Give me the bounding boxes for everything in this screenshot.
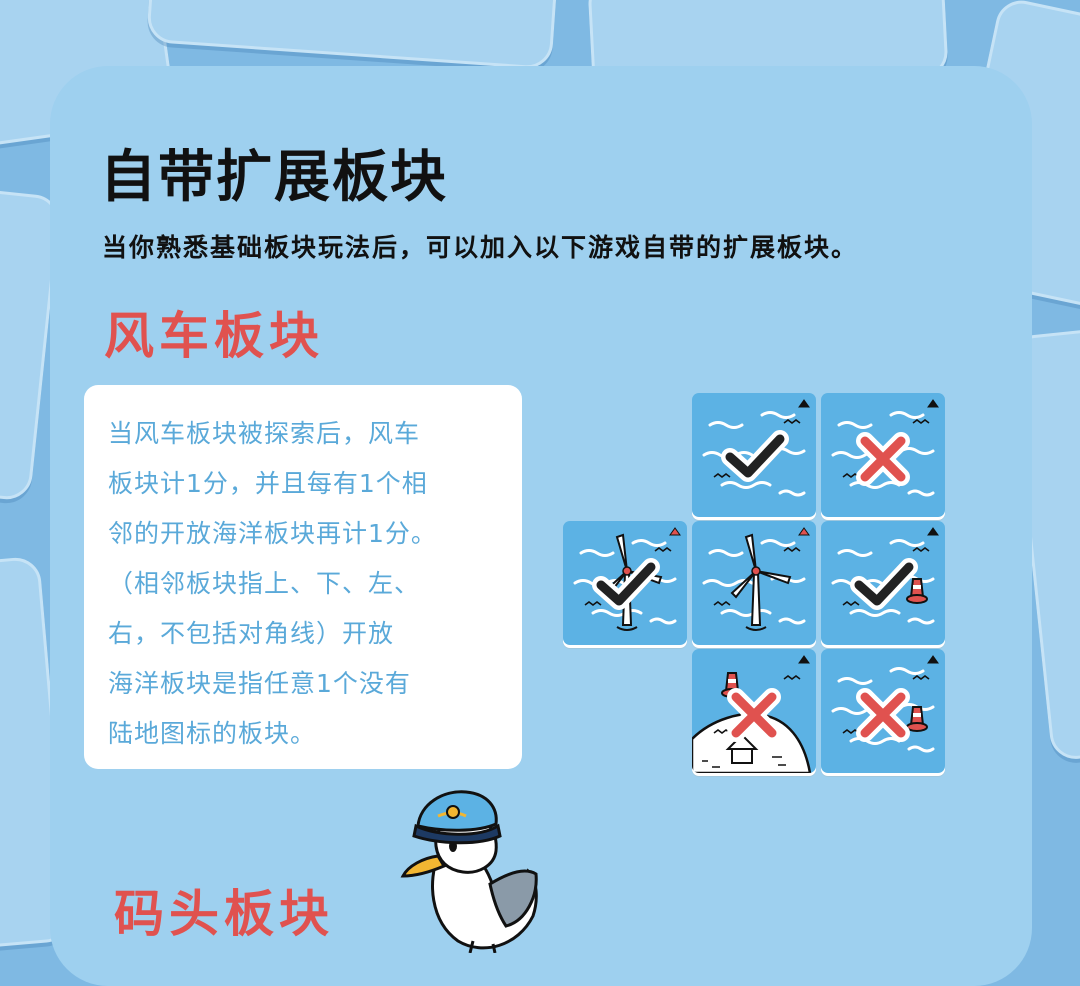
corner-marker-icon xyxy=(798,399,810,408)
bird-icon xyxy=(713,473,731,478)
windmill-description-card: 当风车板块被探索后，风车 板块计1分，并且每有1个相 邻的开放海洋板块再计1分。… xyxy=(84,385,522,769)
check-icon xyxy=(850,558,918,610)
bird-icon xyxy=(912,547,930,552)
tile-middle-right xyxy=(821,521,945,645)
description-line: 当风车板块被探索后，风车 xyxy=(108,419,421,448)
description-line: 海洋板块是指任意1个没有 xyxy=(108,669,411,698)
description-line: 板块计1分，并且每有1个相 xyxy=(108,469,428,498)
bird-icon xyxy=(783,675,801,680)
seagull-captain-icon xyxy=(398,786,548,957)
bird-icon xyxy=(912,675,930,680)
cross-icon xyxy=(856,688,910,742)
tile-bottom-right xyxy=(821,649,945,773)
bird-icon xyxy=(783,419,801,424)
cross-icon xyxy=(727,688,781,742)
tile-bottom-middle xyxy=(692,649,816,773)
tile-top-right xyxy=(821,393,945,517)
tile-center xyxy=(692,521,816,645)
corner-marker-icon xyxy=(669,527,681,536)
page-title: 自带扩展板块 xyxy=(100,145,448,210)
cross-icon xyxy=(856,432,910,486)
bird-icon xyxy=(713,601,731,606)
bird-icon xyxy=(584,601,602,606)
corner-marker-icon xyxy=(927,527,939,536)
tile-top-middle xyxy=(692,393,816,517)
corner-marker-icon xyxy=(927,655,939,664)
corner-marker-icon xyxy=(798,527,810,536)
bird-icon xyxy=(654,547,672,552)
bird-icon xyxy=(912,419,930,424)
description-line: 陆地图标的板块。 xyxy=(108,719,317,748)
windmill-section-heading: 风车板块 xyxy=(104,307,324,365)
description-line: 邻的开放海洋板块再计1分。 xyxy=(108,519,437,548)
check-icon xyxy=(721,430,789,482)
dock-section-heading: 码头板块 xyxy=(114,885,334,943)
description-line: （相邻板块指上、下、左、 xyxy=(108,569,421,598)
description-line: 右，不包括对角线）开放 xyxy=(108,619,395,648)
corner-marker-icon xyxy=(798,655,810,664)
bird-icon xyxy=(842,601,860,606)
page-subtitle: 当你熟悉基础板块玩法后，可以加入以下游戏自带的扩展板块。 xyxy=(102,233,859,262)
bird-icon xyxy=(783,547,801,552)
tile-middle-left xyxy=(563,521,687,645)
corner-marker-icon xyxy=(927,399,939,408)
